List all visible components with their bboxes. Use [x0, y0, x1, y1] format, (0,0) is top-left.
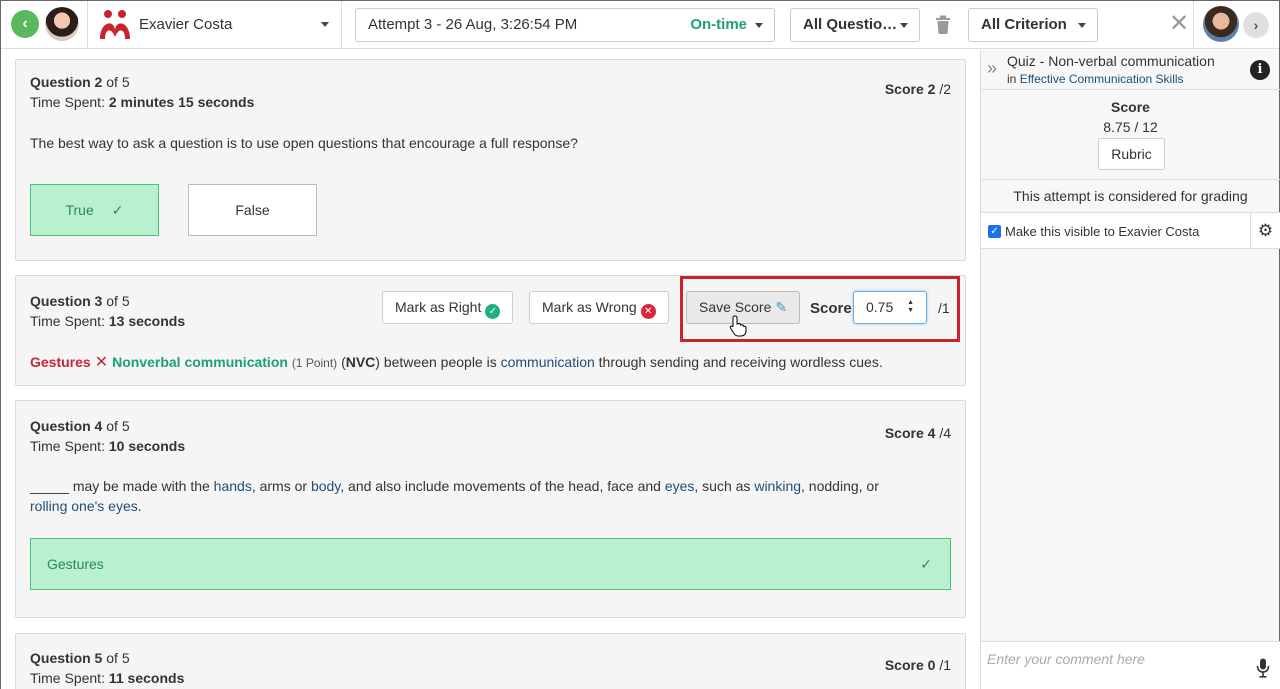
trash-icon[interactable]	[935, 15, 951, 35]
chevron-down-icon	[900, 23, 908, 28]
comment-input[interactable]: Enter your comment here	[987, 651, 1145, 667]
visibility-row: ✓ Make this visible to Exavier Costa ⚙	[981, 213, 1280, 249]
top-bar: ‹ Exavier Costa Attempt 3 - 26 Aug, 3:26…	[1, 1, 1279, 49]
close-icon[interactable]: ✕	[1169, 11, 1189, 37]
time-spent: Time Spent: 10 seconds	[30, 438, 186, 454]
mark-right-button[interactable]: Mark as Right ✓	[382, 291, 514, 324]
x-circle-icon: ✕	[640, 304, 656, 319]
student-name[interactable]: Exavier Costa	[139, 16, 232, 33]
check-icon: ✓	[111, 202, 124, 218]
visible-checkbox[interactable]: ✓	[988, 225, 1001, 238]
divider	[1193, 1, 1194, 49]
pencil-icon: ✎	[775, 299, 788, 315]
criterion-filter-label: All Criterion	[981, 16, 1067, 33]
chevron-down-icon	[755, 23, 763, 28]
question-heading: Question 4 of 5	[30, 418, 130, 434]
right-panel: » Quiz - Non-verbal communication in Eff…	[980, 50, 1280, 689]
gear-icon[interactable]: ⚙	[1250, 213, 1280, 249]
score-input[interactable]: 0.75 ▲ ▼	[853, 291, 927, 324]
stepper-icon[interactable]: ▲ ▼	[907, 299, 914, 315]
x-icon: ✕	[94, 354, 109, 371]
criterion-filter[interactable]: All Criterion	[968, 8, 1098, 42]
mark-wrong-button[interactable]: Mark as Wrong ✕	[529, 291, 669, 324]
question-card-5: Question 5 of 5 Time Spent: 11 seconds S…	[15, 633, 966, 689]
question-card-3: Question 3 of 5 Time Spent: 13 seconds M…	[15, 275, 966, 386]
microphone-icon[interactable]	[1256, 658, 1270, 678]
time-spent: Time Spent: 11 seconds	[30, 670, 185, 686]
chevron-left-icon: ‹	[22, 15, 28, 32]
question-heading: Question 5 of 5	[30, 650, 130, 666]
grading-main[interactable]: Question 2 of 5 Time Spent: 2 minutes 15…	[1, 50, 980, 689]
chevron-down-icon	[1078, 23, 1086, 28]
grader-avatar	[1203, 6, 1239, 42]
question-text: The best way to ask a question is to use…	[30, 135, 578, 151]
back-button[interactable]: ‹	[11, 10, 39, 38]
question-score: Score 4 /4	[884, 425, 951, 441]
attempt-select[interactable]: Attempt 3 - 26 Aug, 3:26:54 PM On-time	[355, 8, 775, 42]
info-icon[interactable]: i	[1250, 60, 1270, 80]
total-score-title: Score	[1111, 99, 1150, 115]
answer-correct: Gestures ✓	[30, 538, 951, 590]
divider	[87, 1, 88, 49]
next-button[interactable]: ›	[1243, 12, 1269, 38]
option-true[interactable]: True ✓	[30, 184, 159, 236]
question-score: Score 0 /1	[884, 657, 951, 673]
student-avatar	[45, 7, 79, 41]
quiz-course: in Effective Communication Skills	[1007, 72, 1184, 86]
score-label: Score	[810, 300, 852, 317]
double-chevron-right-icon[interactable]: »	[987, 58, 997, 79]
correct-answer: Nonverbal communication	[112, 354, 288, 370]
chevron-down-icon[interactable]	[321, 22, 329, 27]
app-logo-icon	[100, 10, 130, 39]
chevron-right-icon: ›	[1253, 17, 1259, 33]
question-heading: Question 3 of 5	[30, 293, 130, 309]
student-answer: Gestures	[30, 354, 91, 370]
total-score-value: 8.75 / 12	[1103, 119, 1158, 135]
attempt-label: Attempt 3 - 26 Aug, 3:26:54 PM	[368, 16, 578, 33]
check-circle-icon: ✓	[485, 304, 501, 319]
quiz-title: Quiz - Non-verbal communication	[1007, 53, 1215, 69]
grading-note: This attempt is considered for grading	[981, 179, 1280, 213]
visible-label[interactable]: Make this visible to Exavier Costa	[1005, 224, 1199, 239]
question-score: Score 2 /2	[884, 81, 951, 97]
question-text: _____ may be made with the hands, arms o…	[30, 478, 879, 514]
question-card-2: Question 2 of 5 Time Spent: 2 minutes 15…	[15, 59, 966, 261]
hand-cursor-icon	[729, 315, 747, 337]
option-false[interactable]: False	[188, 184, 317, 236]
points: (1 Point)	[291, 356, 338, 370]
rubric-button[interactable]: Rubric	[1098, 138, 1165, 170]
panel-header: » Quiz - Non-verbal communication in Eff…	[981, 50, 1280, 90]
course-link[interactable]: Effective Communication Skills	[1020, 72, 1184, 86]
answer-line: Gestures ✕ Nonverbal communication (1 Poin…	[30, 354, 883, 371]
questions-filter-label: All Questio…	[803, 16, 898, 33]
questions-filter[interactable]: All Questio…	[790, 8, 920, 42]
divider	[341, 1, 342, 49]
time-spent: Time Spent: 13 seconds	[30, 313, 186, 329]
question-card-4: Question 4 of 5 Time Spent: 10 seconds S…	[15, 400, 966, 618]
question-heading: Question 2 of 5	[30, 74, 130, 90]
time-spent: Time Spent: 2 minutes 15 seconds	[30, 94, 255, 110]
comment-box[interactable]: Enter your comment here	[981, 641, 1280, 689]
score-max: /1	[938, 300, 950, 316]
check-icon: ✓	[920, 556, 932, 572]
attempt-status: On-time	[690, 16, 747, 33]
